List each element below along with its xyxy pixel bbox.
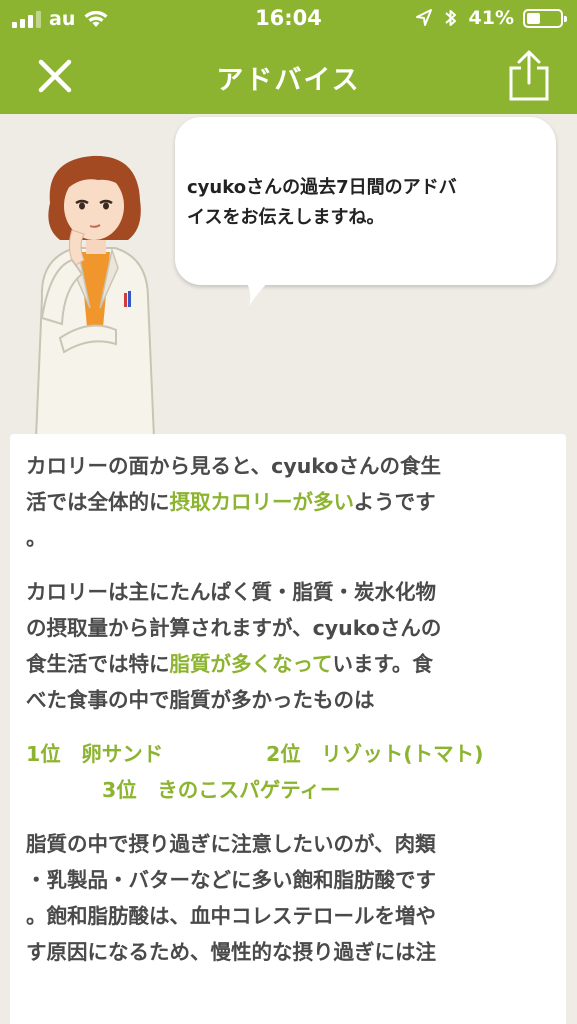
navigation-bar: アドバイス — [0, 38, 577, 114]
advice-paragraph-2: カロリーは主にたんぱく質・脂質・炭水化物 の摂取量から計算されますが、cyuko… — [26, 574, 550, 718]
ranking-row: 3位 きのこスパゲティー — [26, 772, 550, 808]
highlight-text: 脂質が多くなって — [169, 652, 333, 676]
advice-text: います。食 — [332, 652, 433, 676]
advice-line: 。 — [26, 526, 47, 550]
advice-text: 活では全体的に — [26, 490, 170, 514]
advice-line: 食生活では特に脂質が多くなっています。食 — [26, 646, 550, 682]
location-arrow-icon — [415, 9, 432, 26]
advice-card: カロリーの面から見ると、cyukoさんの食生 活では全体的に摂取カロリーが多いよ… — [10, 434, 566, 1024]
battery-fill — [527, 12, 540, 24]
bluetooth-icon — [444, 10, 456, 26]
share-icon — [509, 50, 549, 101]
advice-text: ようです — [353, 490, 436, 514]
advice-paragraph-3: 脂質の中で摂り過ぎに注意したいのが、肉類 ・乳製品・バターなどに多い飽和脂肪酸で… — [26, 826, 550, 970]
speech-bubble: cyukoさんの過去7日間のアドバ イスをお伝えしますね。 — [175, 117, 556, 285]
status-bar: au 16:04 41% — [0, 0, 577, 38]
advice-text: 食生活では特に — [26, 652, 170, 676]
advice-line: べた食事の中で脂質が多かったものは — [26, 688, 375, 712]
battery-percent: 41% — [468, 7, 514, 29]
ranking-item-3: 3位 きのこスパゲティー — [102, 778, 341, 802]
ranking-item-1: 1位 卵サンド — [26, 742, 164, 766]
speech-bubble-tail — [245, 280, 271, 306]
bubble-text-line-1: cyukoさんの過去7日間のアドバ — [187, 177, 457, 198]
highlight-text: 摂取カロリーが多い — [169, 490, 354, 514]
bubble-text-line-2: イスをお伝えしますね。 — [187, 207, 385, 228]
doctor-illustration — [34, 155, 156, 438]
battery-icon — [523, 8, 567, 28]
advice-line: 脂質の中で摂り過ぎに注意したいのが、肉類 — [26, 832, 436, 856]
advice-line: カロリーは主にたんぱく質・脂質・炭水化物 — [26, 580, 436, 604]
ranking-row: 1位 卵サンド 2位 リゾット(トマト) — [26, 736, 550, 772]
advice-line: 活では全体的に摂取カロリーが多いようです — [26, 484, 550, 520]
advice-line: 。飽和脂肪酸は、血中コレステロールを増や — [26, 904, 436, 928]
advice-line: す原因になるため、慢性的な摂り過ぎには注 — [26, 940, 436, 964]
advice-paragraph-1: カロリーの面から見ると、cyukoさんの食生 活では全体的に摂取カロリーが多いよ… — [26, 448, 550, 556]
fat-ranking-list: 1位 卵サンド 2位 リゾット(トマト) 3位 きのこスパゲティー — [26, 736, 550, 808]
page-title: アドバイス — [216, 65, 361, 96]
advice-line: ・乳製品・バターなどに多い飽和脂肪酸です — [26, 868, 436, 892]
share-button[interactable] — [501, 48, 557, 104]
advice-line: カロリーの面から見ると、cyukoさんの食生 — [26, 454, 441, 478]
advice-line: の摂取量から計算されますが、cyukoさんの — [26, 616, 442, 640]
ranking-item-2: 2位 リゾット(トマト) — [266, 742, 484, 766]
